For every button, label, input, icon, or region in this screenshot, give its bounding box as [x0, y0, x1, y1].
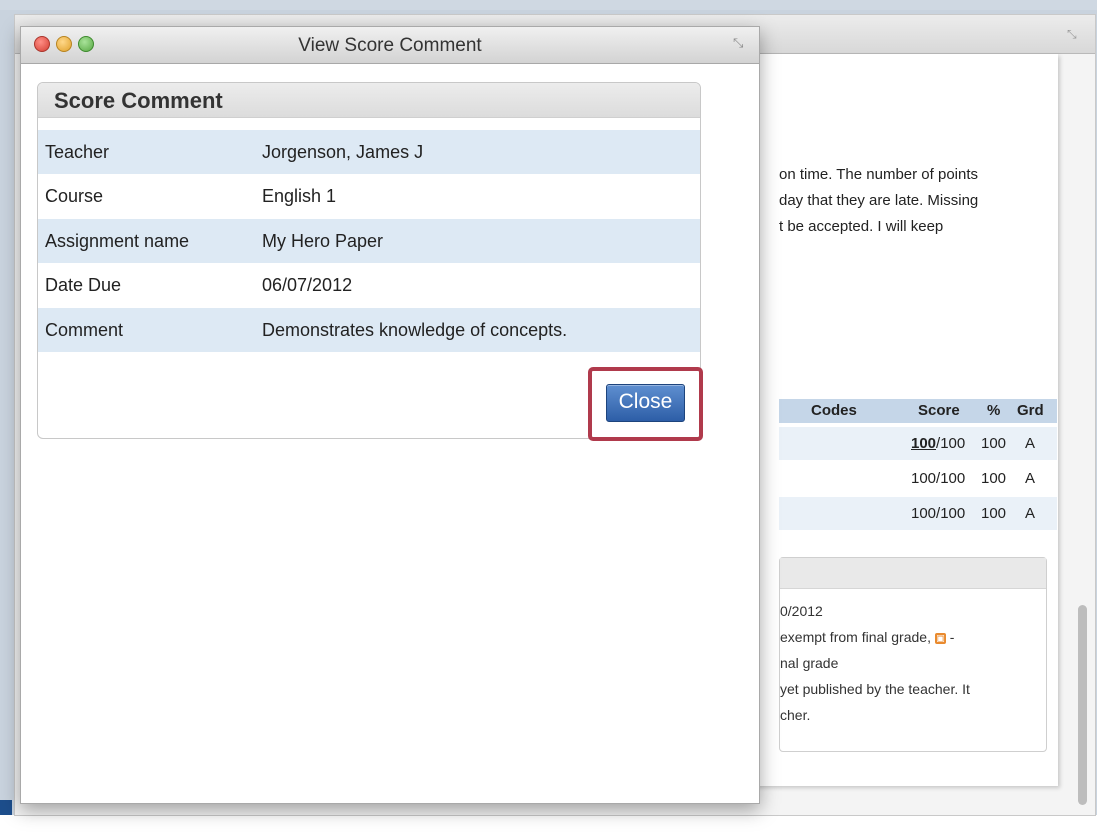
back-window-content: on time. The number of points day that t…: [745, 54, 1058, 786]
policy-line: t be accepted. I will keep: [779, 218, 944, 235]
score-cell: 100/100: [911, 505, 966, 522]
field-value: English 1: [262, 186, 337, 206]
legend-panel: 0/2012 exempt from final grade, ▣ - nal …: [779, 557, 1047, 752]
field-label: Assignment name: [45, 231, 190, 251]
field-label: Comment: [45, 320, 124, 340]
field-row-course: Course English 1: [38, 174, 700, 218]
field-label: Teacher: [45, 142, 110, 162]
grade-cell: A: [1025, 505, 1036, 522]
legend-text: 0/2012 exempt from final grade, ▣ - nal …: [780, 598, 1046, 728]
legend-header: [780, 558, 1046, 589]
desktop-strip: [0, 0, 1097, 10]
legend-line: cher.: [780, 707, 811, 723]
legend-line: exempt from final grade, ▣ -: [780, 624, 1046, 650]
table-row: 100/100 100 A: [779, 427, 1057, 460]
policy-line: day that they are late. Missing: [779, 192, 979, 209]
score-cell: 100/100: [911, 470, 966, 487]
legend-date: 0/2012: [780, 603, 823, 619]
field-label: Course: [45, 186, 104, 206]
field-row-date-due: Date Due 06/07/2012: [38, 263, 700, 307]
field-row-assignment: Assignment name My Hero Paper: [38, 219, 700, 263]
not-graded-icon: ▣: [934, 632, 946, 644]
field-value: Jorgenson, James J: [262, 142, 424, 162]
percent-cell: 100: [981, 435, 1007, 452]
percent-header: %: [987, 402, 1001, 419]
policy-line: on time. The number of points: [779, 166, 978, 183]
dialog-titlebar: View Score Comment ⤡: [21, 27, 759, 64]
grade-header: Grd: [1017, 402, 1044, 419]
fullscreen-icon[interactable]: ⤡: [733, 35, 743, 51]
close-button[interactable]: Close: [606, 384, 685, 422]
field-value: Demonstrates knowledge of concepts.: [262, 320, 568, 340]
score-header: Score: [918, 402, 960, 419]
field-value: 06/07/2012: [262, 275, 353, 295]
score-cell: 100/100: [911, 435, 965, 452]
percent-cell: 100: [981, 470, 1007, 487]
legend-exempt-text: exempt from final grade,: [780, 629, 931, 645]
panel-title: Score Comment: [54, 88, 223, 113]
panel-header: Score Comment: [38, 83, 700, 118]
field-value: My Hero Paper: [262, 231, 384, 251]
grade-cell: A: [1025, 470, 1036, 487]
dialog-title: View Score Comment: [298, 35, 482, 56]
score-total: /100: [936, 435, 966, 452]
field-label: Date Due: [45, 275, 122, 295]
desktop-bottom: [0, 815, 1097, 839]
table-row: 100/100 100 A: [779, 497, 1057, 530]
legend-line: yet published by the teacher. It: [780, 681, 970, 697]
legend-dash: -: [949, 629, 955, 645]
field-row-comment: Comment Demonstrates knowledge of concep…: [38, 308, 700, 352]
view-score-comment-dialog: View Score Comment ⤡ Score Comment Teach…: [20, 26, 760, 804]
fullscreen-icon[interactable]: ⤡: [1067, 27, 1077, 42]
assignment-table-header: Codes Score % Grd: [779, 399, 1057, 423]
codes-header: Codes: [811, 402, 857, 419]
scrollbar-thumb[interactable]: [1078, 605, 1087, 805]
legend-line: nal grade: [780, 655, 839, 671]
field-row-teacher: Teacher Jorgenson, James J: [38, 130, 700, 174]
score-comment-link[interactable]: 100: [911, 435, 936, 452]
percent-cell: 100: [981, 505, 1007, 522]
table-row: 100/100 100 A: [779, 462, 1057, 495]
grading-policy-text: on time. The number of points day that t…: [779, 162, 1049, 240]
grade-cell: A: [1025, 435, 1036, 452]
